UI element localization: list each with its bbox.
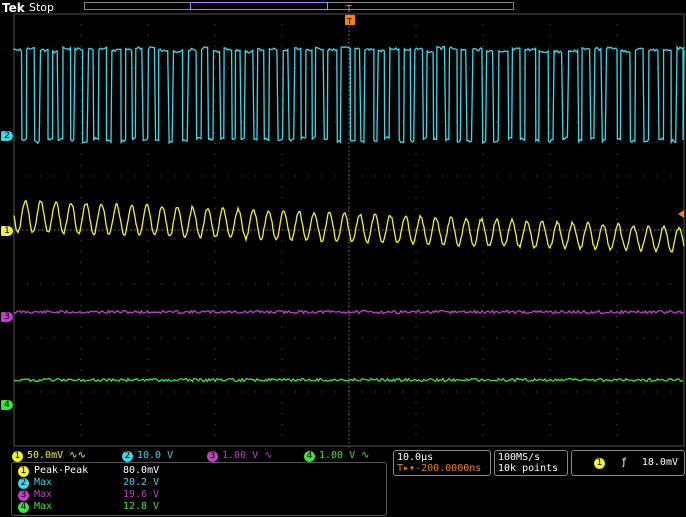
trigger-source-badge: 1 <box>594 458 605 469</box>
record-length: 10k points <box>498 463 559 474</box>
bandwidth-icon: ∿ <box>258 450 273 461</box>
svg-text:T: T <box>346 17 352 26</box>
channel-3-badge: 3 <box>207 451 218 462</box>
trigger-level-marker <box>678 210 684 218</box>
trigger-position-marker: T T <box>345 4 355 26</box>
measurement-channel-badge: 1 <box>18 466 29 477</box>
channel-4-ground-marker[interactable]: 4 <box>1 400 13 410</box>
measurement-name: Max <box>34 489 53 500</box>
waveform-display: T T <box>13 4 685 448</box>
measurement-name: Max <box>34 477 53 488</box>
bandwidth-ac-icon: ∿∿ <box>63 450 86 461</box>
trigger-settings: 1 ƒ 18.0mV <box>594 457 682 469</box>
measurement-channel-badge: 4 <box>18 502 29 513</box>
channel-2-badge: 2 <box>122 451 133 462</box>
trigger-level: 18.0mV <box>641 457 678 468</box>
trigger-position-icon: T▸▾ <box>397 463 416 474</box>
trigger-position-readout: T▸▾-200.0000ns <box>397 463 481 474</box>
measurement-panel[interactable]: 1 Peak-Peak 80.0mV 2 Max 20.2 V 3 Max 19… <box>11 462 387 516</box>
channel-3-scale[interactable]: 3 1.00 V ∿ <box>207 450 273 462</box>
trigger-marker-icon: T <box>345 4 353 15</box>
vertical-scale-bar: 1 50.0mV ∿∿ 2 10.0 V 3 1.00 V ∿ 4 1.00 V ∿ <box>12 450 390 462</box>
channel-2-ground-marker[interactable]: 2 <box>1 131 13 141</box>
measurement-row: 2 Max 20.2 V <box>18 477 159 489</box>
measurement-name: Max <box>34 501 53 512</box>
horizontal-scale: 10.0µs <box>397 452 434 463</box>
channel-2-scale[interactable]: 2 10.0 V <box>122 450 173 462</box>
measurement-value: 19.6 V <box>123 489 160 500</box>
channel-4-badge: 4 <box>304 451 315 462</box>
acquisition-readout[interactable]: 100MS/s 10k points <box>494 450 568 476</box>
measurement-value: 20.2 V <box>123 477 160 488</box>
rising-edge-icon: ƒ <box>621 457 628 468</box>
channel-1-ground-marker[interactable]: 1 <box>1 226 13 236</box>
channel-1-scale-value: 50.0mV <box>27 450 64 461</box>
measurement-row: 1 Peak-Peak 80.0mV <box>18 465 159 477</box>
channel-3-ground-marker[interactable]: 3 <box>1 312 13 322</box>
channel-4-scale-value: 1.00 V <box>319 450 356 461</box>
channel-1-scale[interactable]: 1 50.0mV ∿∿ <box>12 450 86 462</box>
measurement-channel-badge: 2 <box>18 478 29 489</box>
horizontal-readout[interactable]: 10.0µs T▸▾-200.0000ns <box>393 450 491 476</box>
channel-2-scale-value: 10.0 V <box>137 450 174 461</box>
oscilloscope-screen: Tek Stop T T 2 1 3 4 1 50.0mV ∿∿ 2 10.0 V … <box>0 0 686 517</box>
measurement-row: 4 Max 12.8 V <box>18 501 159 513</box>
measurement-row: 3 Max 19.6 V <box>18 489 159 501</box>
channel-4-scale[interactable]: 4 1.00 V ∿ <box>304 450 370 462</box>
bandwidth-icon: ∿ <box>355 450 370 461</box>
channel-3-scale-value: 1.00 V <box>222 450 259 461</box>
trigger-readout[interactable]: 1 ƒ 18.0mV <box>571 450 685 476</box>
trigger-position-value: -200.0000ns <box>415 463 482 474</box>
sample-rate: 100MS/s <box>498 452 541 463</box>
channel-1-badge: 1 <box>12 451 23 462</box>
measurement-value: 12.8 V <box>123 501 160 512</box>
measurement-channel-badge: 3 <box>18 490 29 501</box>
measurement-value: 80.0mV <box>123 465 160 476</box>
measurement-name: Peak-Peak <box>34 465 89 476</box>
